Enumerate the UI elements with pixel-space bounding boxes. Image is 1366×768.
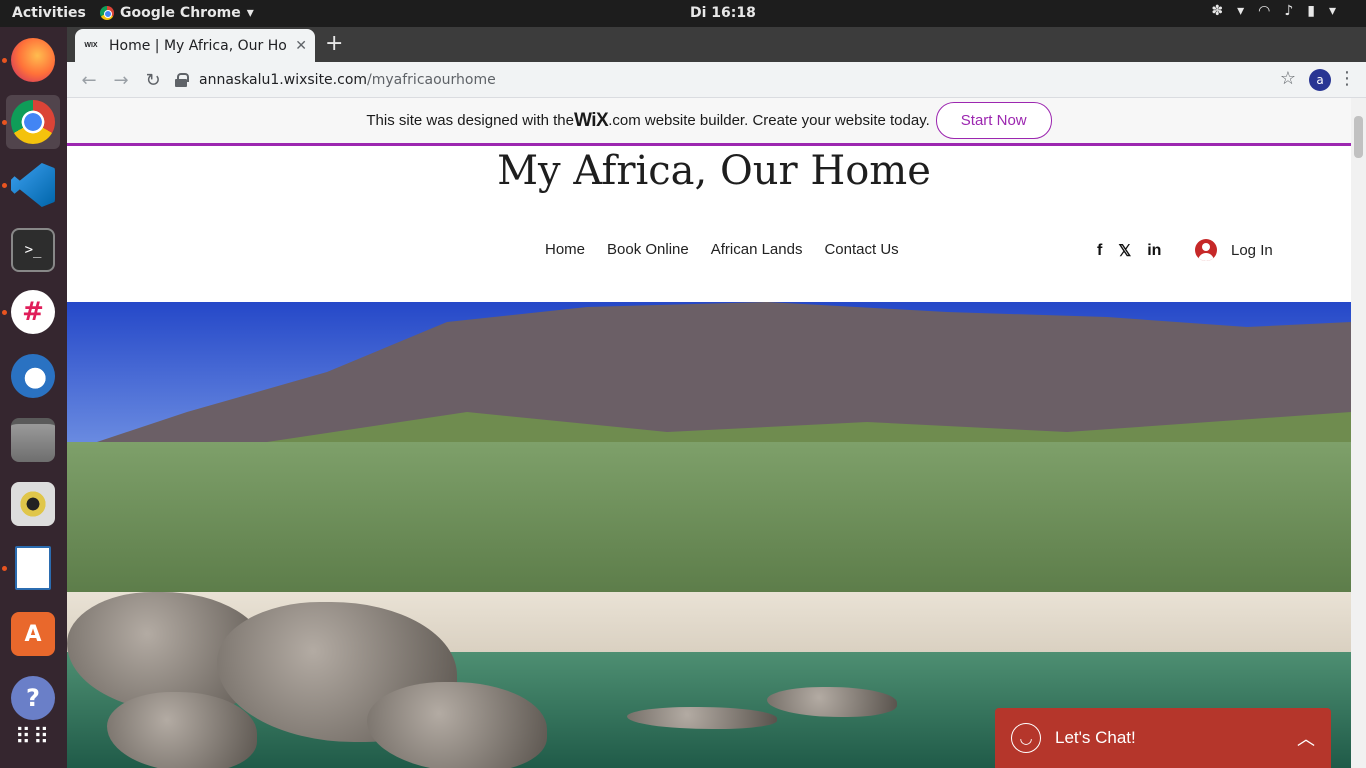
social-links: f 𝕏 in (1097, 241, 1161, 261)
firefox-icon (11, 38, 55, 82)
scrollbar-thumb[interactable] (1354, 116, 1363, 158)
hero-town (67, 442, 1351, 602)
slack-tray-icon[interactable]: ✽ (1211, 3, 1223, 19)
close-icon[interactable]: ✕ (295, 38, 307, 54)
dock-slack[interactable]: # (2, 285, 60, 339)
browser-tab-active[interactable]: WIX Home | My Africa, Our Ho ✕ (75, 29, 315, 62)
chevron-down-icon: ▾ (246, 5, 254, 21)
app-menu-label: Google Chrome (120, 5, 241, 21)
dock-chrome[interactable] (2, 95, 60, 149)
wix-logo[interactable]: WiX (574, 110, 609, 132)
document-icon (15, 546, 51, 590)
chevron-up-icon[interactable]: ︿ (1297, 725, 1315, 751)
page-scrollbar[interactable] (1351, 98, 1366, 768)
terminal-icon: >_ (11, 228, 55, 272)
reload-button[interactable]: ↻ (141, 68, 165, 92)
nav-contact-us[interactable]: Contact Us (824, 241, 898, 258)
chrome-menu-button[interactable]: ⋮ (1338, 68, 1356, 89)
nav-home[interactable]: Home (545, 241, 585, 258)
dock-vscode[interactable] (2, 158, 60, 212)
slack-icon: # (11, 290, 55, 334)
nav-book-online[interactable]: Book Online (607, 241, 689, 258)
thunderbird-icon (11, 354, 55, 398)
system-top-bar: Activities Google Chrome ▾ Di 16:18 ✽ ▾ … (0, 0, 1366, 27)
forward-button[interactable]: → (109, 68, 133, 92)
nav-african-lands[interactable]: African Lands (711, 241, 803, 258)
dock-files[interactable] (6, 413, 60, 467)
wix-promo-banner: This site was designed with the WiX .com… (67, 98, 1351, 146)
dock: >_ # A ? ⠿⠿ (0, 27, 67, 768)
tab-title: Home | My Africa, Our Ho (109, 37, 287, 54)
browser-window: WIX Home | My Africa, Our Ho ✕ + ← → ↻ a… (67, 27, 1366, 768)
profile-avatar[interactable]: a (1309, 69, 1331, 91)
vscode-icon (11, 163, 55, 207)
login-label: Log In (1231, 241, 1273, 259)
linkedin-icon[interactable]: in (1147, 242, 1161, 260)
back-button[interactable]: ← (77, 68, 101, 92)
login-button[interactable]: Log In (1195, 239, 1273, 261)
chevron-down-icon[interactable]: ▾ (1237, 3, 1244, 19)
chrome-icon (11, 100, 55, 144)
tab-strip: WIX Home | My Africa, Our Ho ✕ + (67, 27, 1366, 62)
site-title[interactable]: My Africa, Our Home (67, 148, 1351, 194)
hero-image-cape-town-coast (67, 302, 1351, 768)
site-navigation: Home Book Online African Lands Contact U… (545, 241, 899, 258)
twitter-icon[interactable]: 𝕏 (1118, 241, 1131, 261)
url-path: /myafricaourhome (367, 72, 496, 88)
wix-banner-text-before: This site was designed with the (366, 112, 574, 129)
dock-rhythmbox[interactable] (6, 477, 60, 531)
dock-software[interactable]: A (6, 607, 60, 661)
user-icon (1195, 239, 1217, 261)
dock-thunderbird[interactable] (6, 349, 60, 403)
show-apps-button[interactable]: ⠿⠿ (6, 711, 60, 765)
files-icon (11, 418, 55, 462)
facebook-icon[interactable]: f (1097, 242, 1102, 260)
wix-favicon-icon: WIX (84, 42, 98, 49)
chrome-icon (100, 6, 114, 20)
speaker-icon (11, 482, 55, 526)
dock-firefox[interactable] (2, 33, 60, 87)
grid-icon: ⠿⠿ (14, 725, 52, 750)
chat-widget[interactable]: ◡ Let's Chat! ︿ (995, 708, 1331, 768)
smile-icon: ◡ (1011, 723, 1041, 753)
battery-icon[interactable]: ▮ (1307, 3, 1315, 19)
activities-button[interactable]: Activities (12, 5, 86, 21)
new-tab-button[interactable]: + (325, 31, 343, 56)
url-host: annaskalu1.wixsite.com (199, 72, 368, 88)
wix-banner-text-after: .com website builder. Create your websit… (608, 112, 930, 129)
web-page: This site was designed with the WiX .com… (67, 98, 1351, 768)
dock-terminal[interactable]: >_ (6, 223, 60, 277)
address-bar[interactable]: annaskalu1.wixsite.com /myafricaourhome (175, 66, 1245, 94)
system-tray[interactable]: ✽ ▾ ◠ ♪ ▮ ▾ (1211, 3, 1336, 19)
volume-icon[interactable]: ♪ (1284, 3, 1293, 19)
lock-icon[interactable] (175, 73, 189, 87)
chevron-down-icon[interactable]: ▾ (1329, 3, 1336, 19)
chat-label: Let's Chat! (1055, 728, 1136, 747)
browser-toolbar: ← → ↻ annaskalu1.wixsite.com /myafricaou… (67, 62, 1366, 98)
start-now-button[interactable]: Start Now (935, 102, 1052, 139)
dock-writer[interactable] (2, 541, 60, 595)
shopping-bag-icon: A (11, 612, 55, 656)
wifi-icon[interactable]: ◠ (1258, 3, 1270, 19)
bookmark-star-icon[interactable]: ☆ (1280, 68, 1296, 89)
app-menu[interactable]: Google Chrome ▾ (100, 5, 254, 21)
clock[interactable]: Di 16:18 (690, 5, 756, 21)
